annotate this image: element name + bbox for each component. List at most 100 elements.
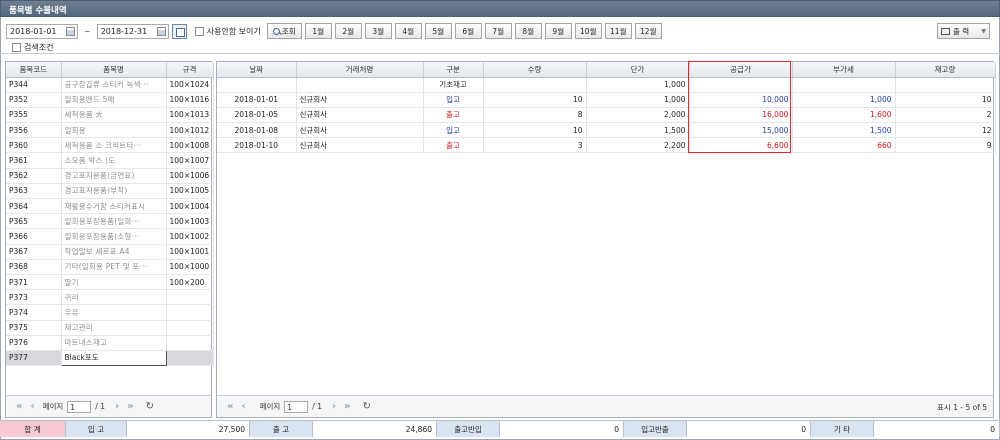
last-page-icon[interactable]: »	[344, 401, 350, 412]
quantity-header[interactable]: 수량	[483, 62, 587, 78]
calendar-icon[interactable]	[66, 26, 75, 36]
item-code-cell[interactable]: P364	[6, 198, 62, 215]
month-button-2[interactable]: 2월	[334, 23, 362, 39]
vat-header[interactable]: 부가세	[792, 62, 896, 78]
refresh-icon[interactable]: ↻	[146, 401, 154, 412]
prev-page-icon[interactable]: ‹	[241, 401, 245, 412]
type-cell[interactable]: 입고	[423, 122, 484, 139]
vendor-cell[interactable]: 신규회사	[296, 92, 424, 108]
item-spec-cell[interactable]	[166, 304, 214, 321]
item-row[interactable]: P377 Black포도	[6, 349, 214, 367]
item-row[interactable]: P363 경고표지용품(부착) 100×1005	[6, 183, 214, 200]
type-cell[interactable]: 기초재고	[423, 77, 484, 93]
item-name-cell[interactable]: 일회용포장용품(소형···	[61, 228, 167, 245]
item-row[interactable]: P360 세척용품 소 크리트타··· 100×1008	[6, 137, 214, 154]
item-row[interactable]: P368 기타(일회용 PET 및 포··· 100×1000	[6, 259, 214, 275]
item-spec-cell[interactable]: 100×1003	[166, 213, 214, 230]
item-name-cell[interactable]: 딸기	[61, 274, 167, 291]
item-spec-cell[interactable]: 100×1001	[166, 244, 214, 260]
item-name-cell[interactable]: 경고표지용품(금연표)	[61, 168, 167, 184]
item-name-cell[interactable]: 공구장갑류 스티커 녹색···	[61, 77, 167, 93]
item-spec-cell[interactable]: 100×200	[166, 274, 214, 291]
date-cell[interactable]	[217, 77, 297, 93]
item-name-cell[interactable]: 일회용밴드 5매	[61, 92, 167, 108]
item-spec-cell[interactable]: 100×1008	[166, 137, 214, 154]
stock-header[interactable]: 재고량	[895, 62, 996, 78]
transaction-row[interactable]: 기초재고 1,000	[217, 77, 996, 93]
last-page-icon[interactable]: »	[127, 401, 133, 412]
item-code-cell[interactable]: P373	[6, 289, 62, 306]
quantity-cell[interactable]: 3	[483, 137, 587, 154]
vat-cell[interactable]: 1,600	[792, 107, 896, 124]
chevron-down-icon[interactable]: ▼	[981, 28, 986, 35]
next-page-icon[interactable]: ›	[332, 401, 336, 412]
quantity-cell[interactable]: 8	[483, 107, 587, 124]
month-button-10[interactable]: 10월	[574, 23, 602, 39]
quantity-cell[interactable]: 10	[483, 122, 587, 139]
stock-cell[interactable]: 9	[895, 137, 996, 154]
item-name-cell[interactable]: Black포도	[60, 349, 167, 367]
unit-price-cell[interactable]: 1,000	[586, 92, 690, 108]
vat-cell[interactable]: 1,500	[792, 122, 896, 139]
item-code-cell[interactable]: P367	[6, 244, 62, 260]
month-button-6[interactable]: 6월	[454, 23, 482, 39]
transaction-row[interactable]: 2018-01-10 신규회사 출고 3 2,200 6,600 660 9	[217, 137, 996, 154]
item-name-cell[interactable]: 세척용품 大	[61, 107, 167, 124]
item-row[interactable]: P374 우유	[6, 304, 214, 321]
item-row[interactable]: P344 공구장갑류 스티커 녹색··· 100×1024	[6, 77, 214, 93]
unit-price-cell[interactable]: 1,500	[586, 122, 690, 139]
item-code-cell[interactable]: P375	[6, 320, 62, 336]
item-name-cell[interactable]: 귀리	[61, 289, 167, 306]
month-button-3[interactable]: 3월	[364, 23, 392, 39]
page-number-input[interactable]: 1	[67, 400, 92, 413]
item-spec-cell[interactable]	[166, 289, 214, 306]
date-cell[interactable]: 2018-01-05	[217, 107, 297, 124]
item-row[interactable]: P365 일회용포장용품(일회··· 100×1003	[6, 213, 214, 230]
search-button[interactable]: 조회	[266, 23, 302, 39]
type-cell[interactable]: 출고	[423, 107, 484, 124]
month-button-8[interactable]: 8월	[514, 23, 542, 39]
month-button-1[interactable]: 1월	[304, 23, 332, 39]
item-spec-cell[interactable]: 100×1005	[166, 183, 214, 200]
item-code-cell[interactable]: P365	[6, 213, 62, 230]
unit-price-header[interactable]: 단가	[586, 62, 690, 78]
vat-cell[interactable]	[792, 77, 896, 93]
item-name-cell[interactable]: 기타(일회용 PET 및 포···	[61, 259, 167, 275]
item-code-header[interactable]: 품목코드	[6, 62, 62, 78]
item-spec-cell[interactable]	[166, 335, 214, 351]
supply-price-cell[interactable]: 16,000	[689, 107, 793, 124]
item-code-cell[interactable]: P363	[6, 183, 62, 200]
prev-page-icon[interactable]: ‹	[30, 401, 34, 412]
next-page-icon[interactable]: ›	[115, 401, 119, 412]
transaction-row[interactable]: 2018-01-01 신규회사 입고 10 1,000 10,000 1,000 10	[217, 92, 996, 108]
item-code-cell[interactable]: P361	[6, 152, 62, 169]
vendor-cell[interactable]: 신규회사	[296, 107, 424, 124]
item-spec-cell[interactable]: 100×1024	[166, 77, 214, 93]
show-unused-toggle[interactable]: 사용안함 보이기	[194, 26, 261, 37]
vat-cell[interactable]: 660	[792, 137, 896, 154]
item-name-cell[interactable]: 우유	[61, 304, 167, 321]
item-name-cell[interactable]: 재고관리	[61, 320, 167, 336]
item-code-cell[interactable]: P368	[6, 259, 62, 275]
date-cell[interactable]: 2018-01-01	[217, 92, 297, 108]
item-code-cell[interactable]: P356	[6, 122, 62, 139]
item-code-cell[interactable]: P374	[6, 304, 62, 321]
item-spec-cell[interactable]	[166, 350, 214, 367]
item-row[interactable]: P355 세척용품 大 100×1013	[6, 107, 214, 124]
unit-price-cell[interactable]: 1,000	[586, 77, 690, 93]
item-name-cell[interactable]: 경고표지용품(부착)	[61, 183, 167, 200]
item-row[interactable]: P371 딸기 100×200	[6, 274, 214, 291]
first-page-icon[interactable]: «	[16, 401, 22, 412]
month-button-9[interactable]: 9월	[544, 23, 572, 39]
print-button[interactable]: 출 력 ▼	[937, 23, 990, 39]
transaction-row[interactable]: 2018-01-05 신규회사 출고 8 2,000 16,000 1,600 2	[217, 107, 996, 124]
item-spec-header[interactable]: 규격	[166, 62, 214, 78]
item-code-cell[interactable]: P360	[6, 137, 62, 154]
item-code-cell[interactable]: P344	[6, 77, 62, 93]
item-code-cell[interactable]: P362	[6, 168, 62, 184]
type-cell[interactable]: 출고	[423, 137, 484, 154]
show-unused-checkbox[interactable]	[194, 26, 204, 36]
page-number-input[interactable]: 1	[284, 400, 309, 413]
unit-price-cell[interactable]: 2,200	[586, 137, 690, 154]
unit-price-cell[interactable]: 2,000	[586, 107, 690, 124]
